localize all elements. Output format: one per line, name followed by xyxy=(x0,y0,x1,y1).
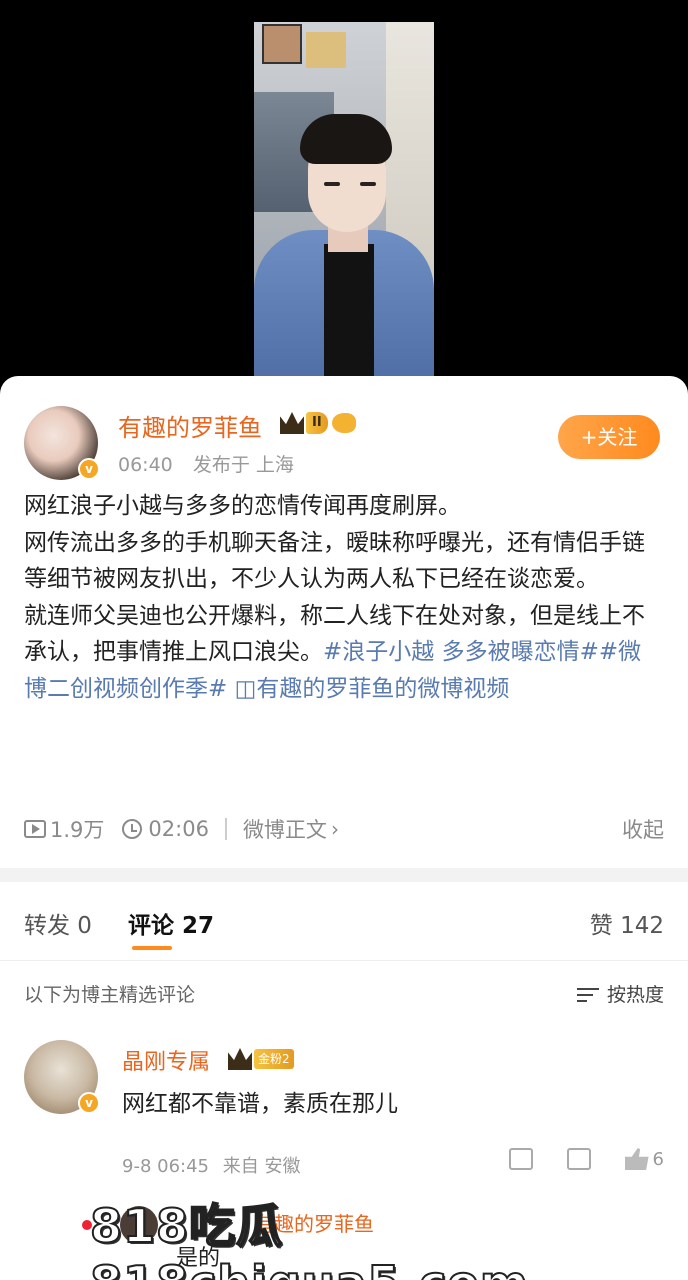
comment-source: 来自 安徽 xyxy=(222,1156,301,1177)
author-name[interactable]: 有趣的罗菲鱼 xyxy=(118,408,262,443)
fan-level-tag: 金粉2 xyxy=(254,1049,294,1069)
fan-badge: 金粉2 xyxy=(228,1048,294,1070)
section-gap xyxy=(0,868,688,882)
divider xyxy=(0,960,688,961)
tab-repost[interactable]: 转发 0 xyxy=(24,906,92,940)
sort-button[interactable]: 按热度 xyxy=(576,980,664,1007)
crown-icon xyxy=(228,1048,252,1070)
verified-badge-icon: v xyxy=(78,1092,100,1114)
video-link-icon: ◫ xyxy=(234,675,257,702)
view-count: 1.9万 xyxy=(50,818,105,842)
post-paragraph: 网传流出多多的手机聊天备注，暧昧称呼曝光，还有情侣手链等细节被网友扒出，不少人认… xyxy=(24,529,645,593)
watermark: 818吃瓜 818chigua5.com xyxy=(89,1198,529,1280)
fish-icon xyxy=(331,413,356,433)
post-paragraph: 就连师父吴迪也公开爆料，称二人线下在处对象，但是线上不承认，把事情推上风口浪尖。… xyxy=(24,598,664,708)
weibo-text-link[interactable]: 微博正文 xyxy=(243,814,327,844)
level-tag: II xyxy=(306,412,328,434)
chevron-right-icon: › xyxy=(330,817,339,841)
wall-poster xyxy=(262,24,302,64)
verified-badge-icon: v xyxy=(78,458,100,480)
post-stats: 1.9万 02:06 微博正文 › 收起 xyxy=(24,812,664,846)
follow-button[interactable]: +关注 xyxy=(558,415,660,459)
person-hair xyxy=(300,114,392,164)
like-icon[interactable] xyxy=(624,1148,649,1170)
video-duration: 02:06 xyxy=(148,817,209,841)
post-time: 06:40 xyxy=(118,454,173,476)
post-paragraph: 网红浪子小越与多多的恋情传闻再度刷屏。 xyxy=(24,493,461,519)
comment-actions: 6 xyxy=(475,1148,664,1170)
active-tab-indicator xyxy=(132,946,172,950)
video-link-text: 有趣的罗菲鱼的微博视频 xyxy=(256,675,510,702)
member-badge[interactable]: II xyxy=(280,412,356,434)
share-icon[interactable] xyxy=(508,1148,533,1170)
post-author: v 有趣的罗菲鱼 II 06:40 发布于 上海 +关注 xyxy=(24,406,664,486)
divider xyxy=(224,818,227,840)
comment-tabs: 转发 0 评论 27 赞 142 xyxy=(24,906,664,950)
video-link[interactable]: ◫有趣的罗菲鱼的微博视频 xyxy=(235,676,510,702)
post-body: 网红浪子小越与多多的恋情传闻再度刷屏。 网传流出多多的手机聊天备注，暧昧称呼曝光… xyxy=(24,488,664,707)
play-icon xyxy=(24,820,46,838)
sort-icon xyxy=(576,985,599,1003)
person-eye xyxy=(324,182,340,186)
comments-header: 以下为博主精选评论 按热度 xyxy=(24,980,664,1010)
tab-likes[interactable]: 赞 142 xyxy=(590,906,664,940)
clock-icon xyxy=(122,819,143,839)
crown-icon xyxy=(280,412,304,434)
post-location: 发布于 上海 xyxy=(192,454,294,476)
person-eye xyxy=(360,182,376,186)
video-player[interactable] xyxy=(0,0,688,378)
post-meta: 06:40 发布于 上海 xyxy=(118,450,308,477)
comment-like-count: 6 xyxy=(652,1148,664,1170)
comment-text: 网红都不靠谱，素质在那儿 xyxy=(122,1091,398,1117)
comment-item: v 晶刚专属 金粉2 网红都不靠谱，素质在那儿 9-8 06:45 来自 安徽 … xyxy=(24,1040,664,1200)
person-shirt xyxy=(324,244,374,376)
commenter-name[interactable]: 晶刚专属 xyxy=(122,1044,210,1076)
tab-comments[interactable]: 评论 27 xyxy=(128,906,214,940)
sort-label: 按热度 xyxy=(606,984,664,1006)
video-frame[interactable] xyxy=(254,22,434,376)
wall-poster xyxy=(306,32,346,68)
collapse-button[interactable]: 收起 xyxy=(622,814,664,844)
comment-date: 9-8 06:45 xyxy=(122,1156,209,1177)
selected-comments-label: 以下为博主精选评论 xyxy=(24,984,196,1006)
comment-meta: 9-8 06:45 来自 安徽 xyxy=(122,1152,308,1178)
post-card: v 有趣的罗菲鱼 II 06:40 发布于 上海 +关注 网红浪子小越与多多的恋… xyxy=(0,376,688,1280)
reply-icon[interactable] xyxy=(566,1148,591,1170)
